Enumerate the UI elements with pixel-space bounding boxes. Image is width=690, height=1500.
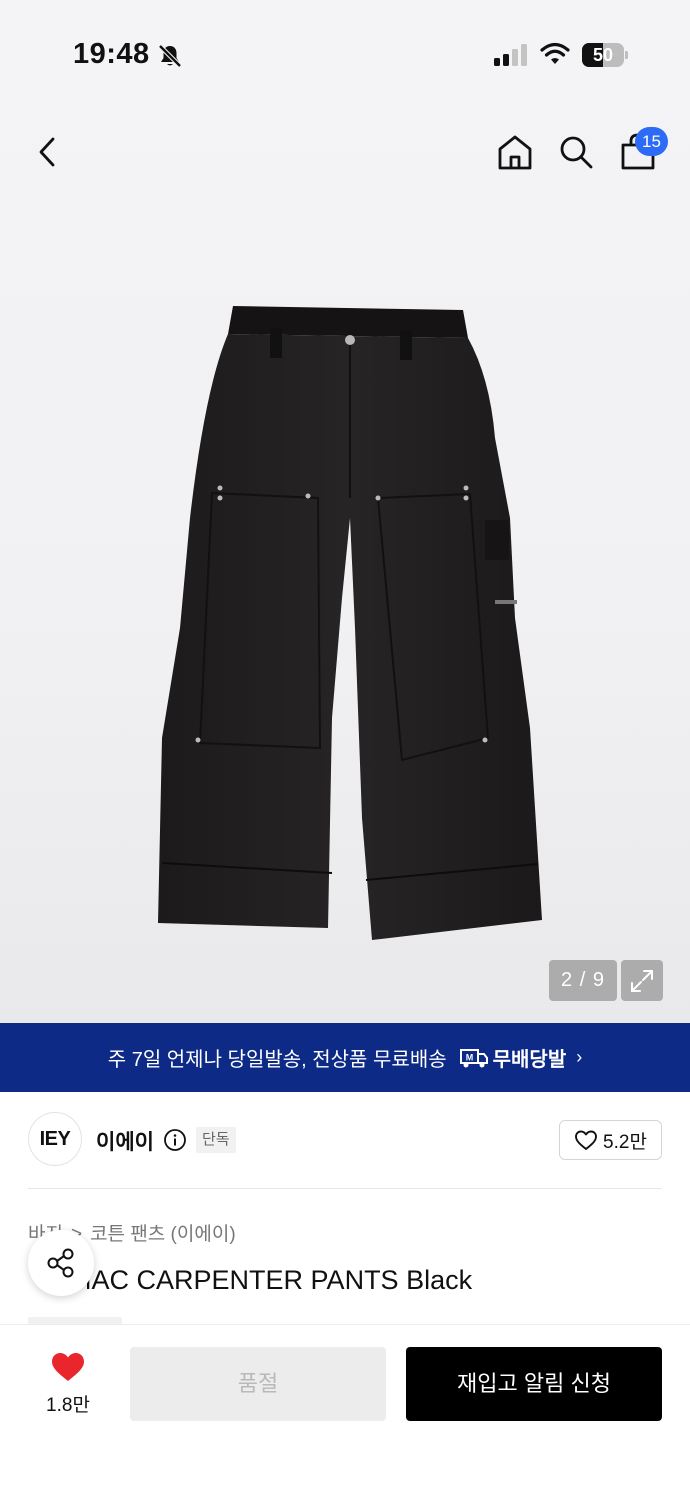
expand-image-button[interactable] (621, 960, 663, 1001)
promo-logo-mark: M (465, 1052, 473, 1062)
status-bar: 19:48 50 (0, 0, 690, 110)
wifi-icon (540, 42, 570, 71)
image-pager: 2 / 9 (549, 960, 617, 1001)
product-title-text: MAC CARPENTER PANTS Black (69, 1265, 473, 1295)
brand-logo[interactable]: IEY (28, 1112, 82, 1166)
product-image-gallery[interactable]: 19:48 50 15 2 / 9 (0, 0, 690, 1023)
product-title: I MAC CARPENTER PANTS Black (28, 1265, 472, 1296)
brand-like-button[interactable]: 5.2만 (559, 1120, 662, 1160)
search-icon (560, 136, 593, 169)
cart-count-badge: 15 (635, 127, 668, 156)
wishlist-count: 1.8만 (46, 1395, 90, 1416)
expand-icon (631, 969, 653, 992)
share-icon (47, 1248, 74, 1278)
home-icon (498, 135, 532, 170)
delivery-truck-icon: M (459, 1048, 488, 1067)
back-icon (39, 137, 55, 167)
battery-level: 50 (592, 45, 614, 65)
free-shipping-banner[interactable]: 주 7일 언제나 당일발송, 전상품 무료배송 M 무배당발 › (0, 1023, 690, 1092)
breadcrumb-subcategory[interactable]: 코튼 팬츠 (이에이) (90, 1224, 236, 1245)
battery-indicator: 50 (582, 43, 628, 67)
share-button[interactable] (28, 1230, 94, 1296)
back-button[interactable] (24, 128, 72, 176)
chevron-right-icon: › (576, 1047, 583, 1067)
home-button[interactable] (491, 128, 539, 176)
brand-like-count: 5.2만 (603, 1131, 647, 1153)
cellular-signal-icon (494, 44, 530, 71)
heart-outline-icon (575, 1130, 597, 1150)
top-navigation (0, 120, 690, 184)
info-icon[interactable] (163, 1128, 187, 1157)
brand-row: IEY 이에이 단독 5.2만 (0, 1092, 690, 1188)
soldout-button: 품절 (130, 1347, 386, 1421)
wishlist-button[interactable]: 1.8만 (28, 1351, 108, 1417)
product-photo-pants (158, 306, 542, 940)
bell-muted-icon (157, 43, 183, 74)
brand-name[interactable]: 이에이 (96, 1126, 154, 1156)
status-time: 19:48 (73, 38, 150, 70)
promo-logo: M 무배당발 (459, 1043, 567, 1072)
heart-filled-icon (52, 1353, 84, 1381)
bottom-action-bar: 1.8만 품절 재입고 알림 신청 (0, 1324, 690, 1500)
promo-logo-text: 무배당발 (492, 1049, 567, 1071)
promo-text: 주 7일 언제나 당일발송, 전상품 무료배송 (107, 1049, 447, 1071)
restock-alert-button[interactable]: 재입고 알림 신청 (406, 1347, 662, 1421)
search-button[interactable] (552, 128, 600, 176)
exclusive-tag: 단독 (196, 1127, 236, 1153)
divider (28, 1188, 662, 1189)
